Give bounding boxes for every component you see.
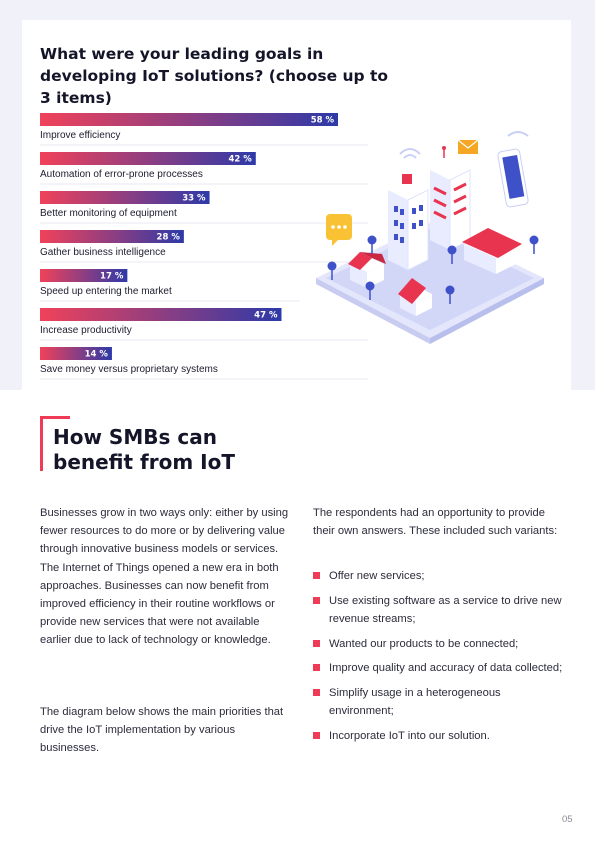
bar-value-label: 14 % — [85, 350, 109, 360]
square-bullet-icon — [313, 689, 320, 697]
list-item: Use existing software as a service to dr… — [313, 592, 563, 628]
square-bullet-icon — [313, 639, 320, 647]
office-building-icon — [388, 174, 429, 271]
bar-value-label: 28 % — [157, 233, 181, 243]
variants-intro: The respondents had an opportunity to pr… — [313, 507, 558, 538]
smart-city-illustration — [316, 131, 544, 344]
square-bullet-icon — [313, 596, 320, 604]
chat-bubble-icon — [326, 214, 352, 246]
phone-icon — [497, 148, 529, 208]
diagram-paragraph: The diagram below shows the main priorit… — [40, 706, 284, 755]
list-item: Incorporate IoT into our solution. — [313, 727, 563, 745]
bar-category-label: Better monitoring of equipment — [40, 208, 177, 219]
list-item: Simplify usage in a heterogeneous enviro… — [313, 684, 563, 720]
bar-category-label: Save money versus proprietary systems — [40, 364, 218, 375]
bar — [40, 152, 256, 165]
email-icon — [457, 139, 479, 154]
bar-value-label: 58 % — [311, 116, 335, 126]
square-bullet-icon — [313, 572, 320, 579]
list-item: Offer new services; — [313, 567, 563, 585]
bar-value-label: 17 % — [100, 272, 124, 282]
bar-value-label: 33 % — [182, 194, 206, 204]
square-bullet-icon — [313, 731, 320, 739]
intro-paragraph: Businesses grow in two ways only: either… — [40, 507, 289, 647]
page-number: 05 — [562, 814, 573, 825]
square-bullet-icon — [313, 664, 320, 672]
bar-category-label: Automation of error-prone processes — [40, 169, 203, 180]
bar-category-label: Increase productivity — [40, 325, 132, 336]
bar-value-label: 47 % — [254, 311, 278, 321]
variants-list: Offer new services; Use existing softwar… — [313, 567, 563, 752]
bar-category-label: Gather business intelligence — [40, 247, 166, 258]
bar-category-label: Improve efficiency — [40, 130, 120, 141]
bar — [40, 113, 338, 126]
bar-value-label: 42 % — [228, 155, 252, 165]
list-item: Improve quality and accuracy of data col… — [313, 659, 563, 677]
bar-category-label: Speed up entering the market — [40, 286, 172, 297]
tower-building-icon — [430, 146, 471, 251]
section-heading: How SMBs can benefit from IoT — [53, 425, 235, 474]
list-item: Wanted our products to be connected; — [313, 635, 563, 653]
bar — [40, 308, 282, 321]
